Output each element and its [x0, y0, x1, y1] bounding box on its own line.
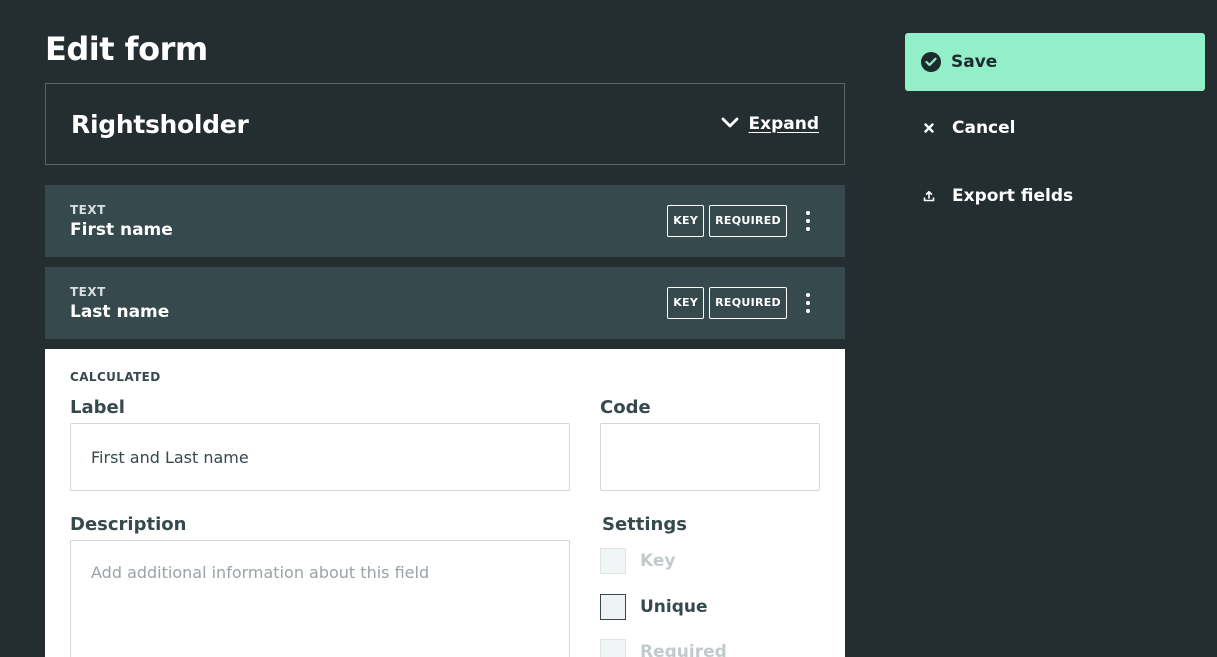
required-tag: REQUIRED	[709, 205, 787, 237]
upload-icon	[922, 190, 936, 202]
export-fields-button[interactable]: Export fields	[922, 186, 1073, 206]
field-type: TEXT	[70, 202, 106, 217]
field-tags: KEY REQUIRED	[667, 205, 820, 237]
x-icon	[922, 123, 936, 133]
key-tag: KEY	[667, 205, 705, 237]
save-label: Save	[951, 52, 998, 72]
field-tags: KEY REQUIRED	[667, 287, 820, 319]
description-textarea[interactable]	[70, 540, 570, 657]
setting-unique[interactable]: Unique	[600, 594, 708, 620]
setting-key: Key	[600, 548, 676, 574]
editor-field-type: CALCULATED	[70, 370, 161, 384]
label-input[interactable]	[70, 423, 570, 491]
setting-label: Unique	[640, 597, 708, 617]
expand-label: Expand	[748, 114, 820, 134]
label-title: Label	[70, 397, 125, 418]
description-title: Description	[70, 514, 187, 535]
settings-title: Settings	[602, 514, 687, 535]
kebab-menu-icon[interactable]	[796, 287, 820, 319]
chevron-down-icon	[721, 114, 739, 134]
cancel-button[interactable]: Cancel	[922, 118, 1015, 138]
setting-label: Key	[640, 551, 676, 571]
field-row-last-name[interactable]: TEXT Last name KEY REQUIRED	[45, 267, 845, 339]
field-name: First name	[70, 219, 173, 240]
required-tag: REQUIRED	[709, 287, 787, 319]
field-name: Last name	[70, 301, 170, 322]
code-input[interactable]	[600, 423, 820, 491]
kebab-menu-icon[interactable]	[796, 205, 820, 237]
setting-required: Required	[600, 639, 727, 657]
field-info: TEXT First name	[70, 203, 173, 240]
field-editor-panel: CALCULATED Label Code Description Settin…	[45, 349, 845, 657]
setting-label: Required	[640, 642, 727, 657]
required-checkbox	[600, 639, 626, 657]
unique-checkbox[interactable]	[600, 594, 626, 620]
field-info: TEXT Last name	[70, 285, 169, 322]
field-row-first-name[interactable]: TEXT First name KEY REQUIRED	[45, 185, 845, 257]
field-type: TEXT	[70, 284, 106, 299]
section-title: Rightsholder	[71, 109, 249, 139]
key-tag: KEY	[667, 287, 705, 319]
page-title: Edit form	[45, 30, 208, 68]
export-fields-label: Export fields	[952, 186, 1074, 206]
check-circle-icon	[921, 52, 941, 72]
expand-button[interactable]: Expand	[721, 114, 820, 134]
key-checkbox	[600, 548, 626, 574]
code-title: Code	[600, 397, 651, 418]
save-button[interactable]: Save	[905, 33, 1205, 91]
cancel-label: Cancel	[952, 118, 1016, 138]
section-header: Rightsholder Expand	[45, 83, 845, 165]
